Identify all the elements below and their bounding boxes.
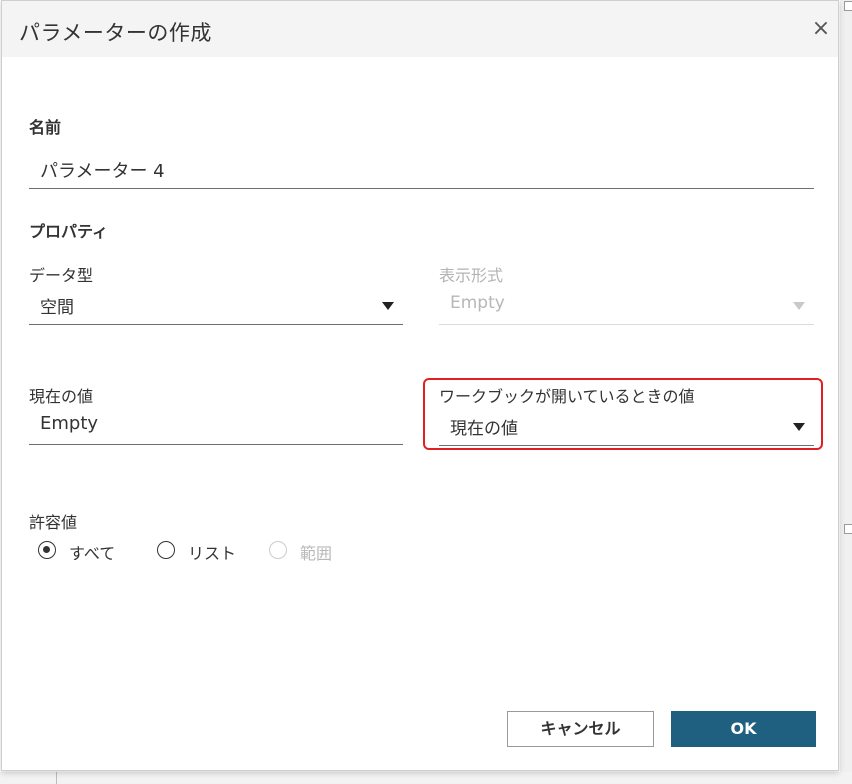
chevron-down-icon <box>793 302 805 310</box>
display-format-label: 表示形式 <box>439 266 504 285</box>
radio-range-label: 範囲 <box>300 544 333 563</box>
dialog-title-bar: パラメーターの作成 × <box>2 1 838 57</box>
dialog-title: パラメーターの作成 <box>19 21 212 45</box>
data-type-value: 空間 <box>40 298 74 318</box>
radio-selected-dot <box>43 546 50 553</box>
radio-list-label: リスト <box>188 544 237 563</box>
chevron-down-icon <box>793 423 805 431</box>
background-marker <box>844 524 852 534</box>
workbook-open-value-label: ワークブックが開いているときの値 <box>439 387 695 406</box>
create-parameter-dialog: パラメーターの作成 × 名前 パラメーター 4 プロパティ データ型 空間 表示… <box>1 0 839 771</box>
current-value-label: 現在の値 <box>29 387 94 406</box>
data-type-select[interactable]: 空間 <box>29 287 403 325</box>
background-window-edge <box>840 0 852 784</box>
current-value-value: Empty <box>40 413 99 434</box>
ok-button[interactable]: OK <box>671 711 816 747</box>
parameter-name-input[interactable]: パラメーター 4 <box>29 151 814 189</box>
background-divider <box>56 772 57 784</box>
data-type-label: データ型 <box>29 266 94 285</box>
workbook-open-value-select[interactable]: 現在の値 <box>439 408 814 446</box>
chevron-down-icon <box>382 302 394 310</box>
radio-button-icon <box>269 541 287 559</box>
cancel-button[interactable]: キャンセル <box>507 711 654 747</box>
radio-button-icon <box>157 541 175 559</box>
current-value-input[interactable]: Empty <box>29 407 403 445</box>
close-icon[interactable]: × <box>810 18 832 40</box>
parameter-name-value: パラメーター 4 <box>40 161 165 182</box>
radio-all-label: すべて <box>69 544 116 563</box>
workbook-open-value-value: 現在の値 <box>450 419 518 439</box>
allowed-values-label: 許容値 <box>29 513 78 532</box>
radio-button-icon <box>38 541 56 559</box>
background-bottom-edge <box>0 772 852 784</box>
name-section-label: 名前 <box>29 118 62 137</box>
properties-section-label: プロパティ <box>29 222 109 241</box>
display-format-value: Empty <box>450 293 505 313</box>
background-marker <box>844 1 852 11</box>
display-format-select: Empty <box>439 287 814 325</box>
